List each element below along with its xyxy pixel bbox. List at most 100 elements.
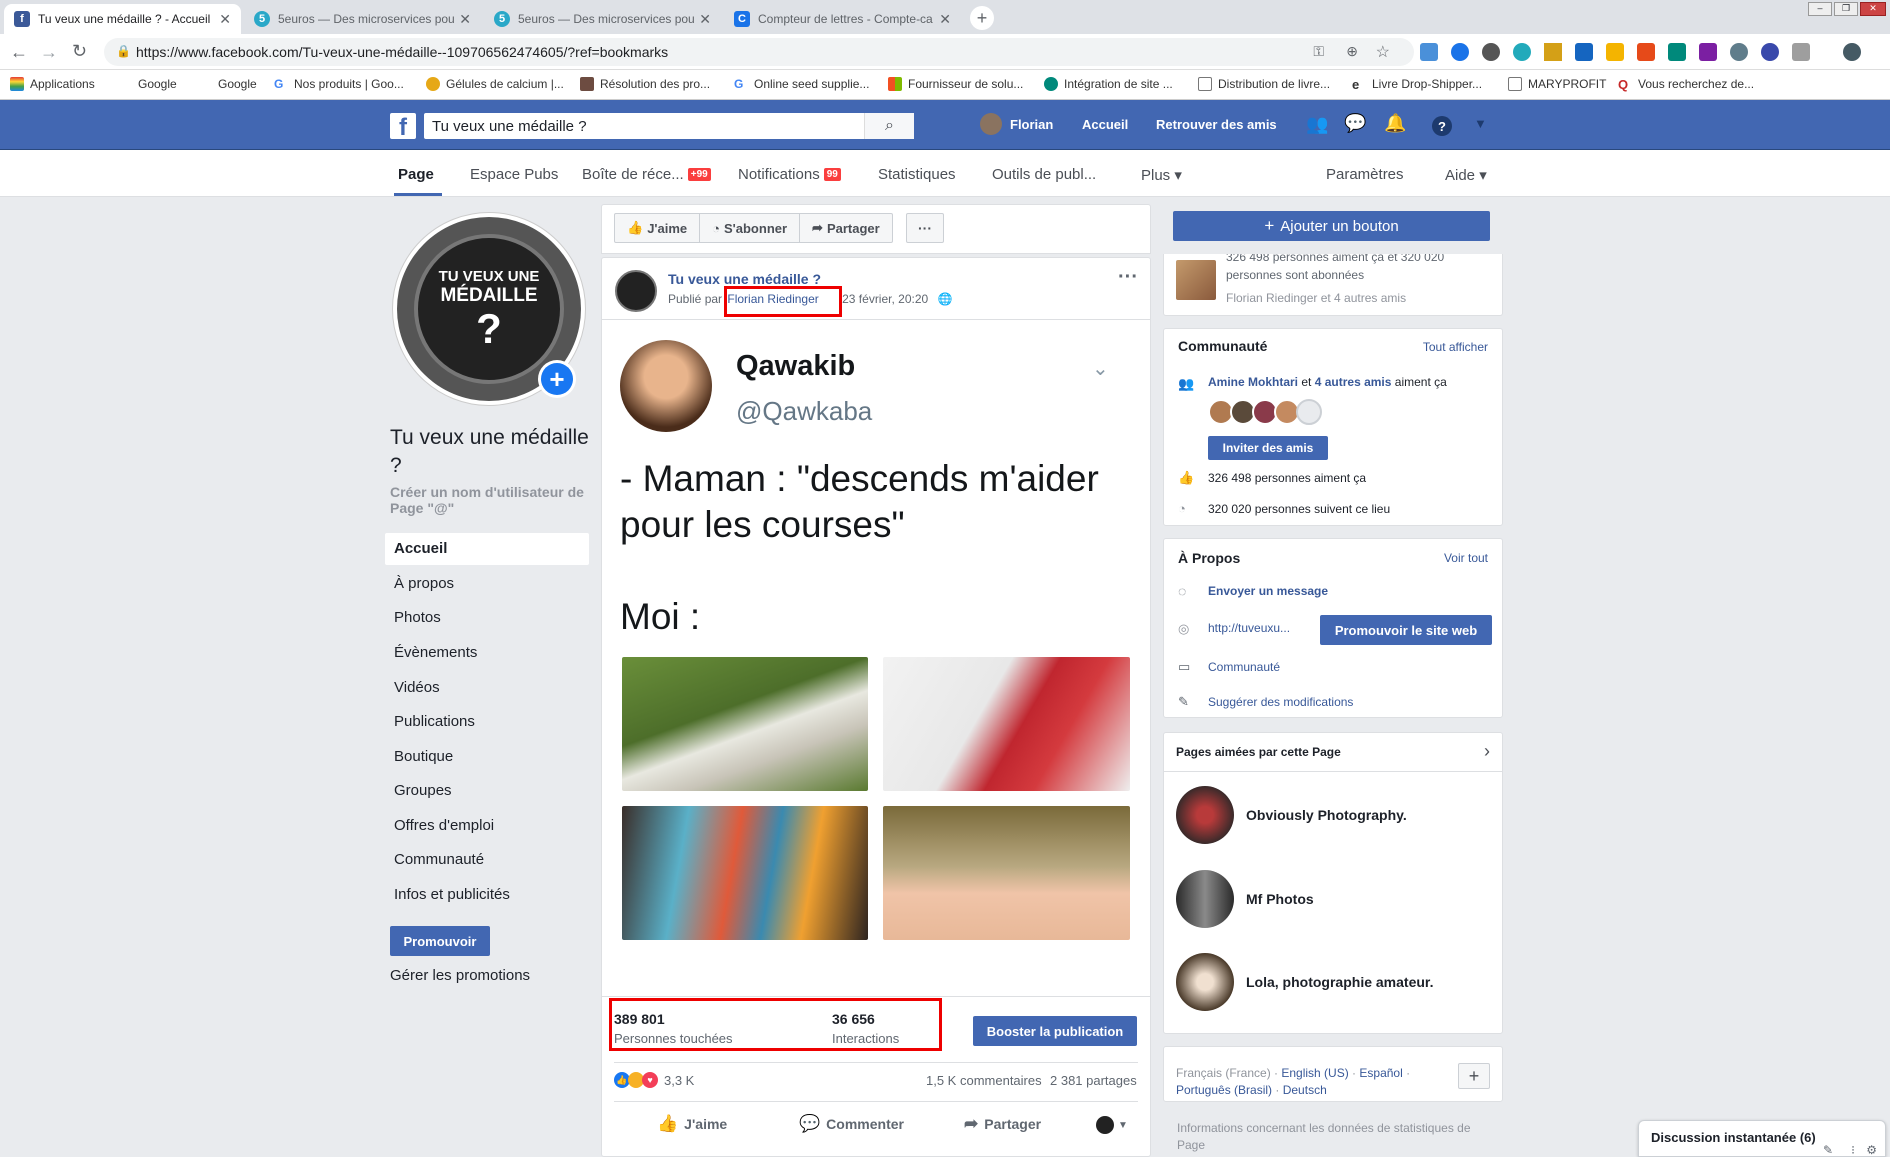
send-message-link[interactable]: Envoyer un message bbox=[1208, 584, 1328, 598]
extension-icon[interactable] bbox=[1637, 43, 1655, 61]
website-link[interactable]: http://tuveuxu... bbox=[1208, 621, 1290, 635]
left-nav-events[interactable]: Évènements bbox=[394, 644, 477, 661]
close-icon[interactable]: ✕ bbox=[939, 11, 951, 28]
restore-icon[interactable]: ❐ bbox=[1834, 2, 1858, 16]
post-date[interactable]: 23 février, 20:20 bbox=[842, 292, 928, 306]
bookmark[interactable]: Applications bbox=[10, 77, 95, 91]
bookmark[interactable]: Google bbox=[118, 77, 177, 91]
tab-inbox[interactable]: Boîte de réce... +99 bbox=[582, 166, 711, 183]
tab-page[interactable]: Page bbox=[398, 166, 434, 183]
liked-page-item[interactable]: Lola, photographie amateur. bbox=[1176, 953, 1433, 1011]
tab-more[interactable]: Plus ▾ bbox=[1141, 166, 1182, 184]
friend-link[interactable]: Amine Mokhtari bbox=[1208, 375, 1298, 389]
post-page-name-link[interactable]: Tu veux une médaille ? bbox=[668, 271, 821, 287]
see-more-link[interactable]: Voir tout bbox=[1444, 551, 1488, 565]
invite-friends-button[interactable]: Inviter des amis bbox=[1208, 436, 1328, 460]
add-button-cta[interactable]: + Ajouter un bouton bbox=[1173, 211, 1490, 241]
bookmark[interactable]: Q Vous recherchez de... bbox=[1618, 77, 1754, 92]
page-insights-info-link[interactable]: Informations concernant les données de s… bbox=[1177, 1120, 1487, 1154]
left-nav-photos[interactable]: Photos bbox=[394, 609, 441, 626]
bookmark[interactable]: G Online seed supplie... bbox=[734, 77, 869, 91]
left-nav-posts[interactable]: Publications bbox=[394, 713, 475, 730]
close-icon[interactable]: ✕ bbox=[459, 11, 471, 28]
extension-icon[interactable] bbox=[1730, 43, 1748, 61]
left-nav-home[interactable]: Accueil bbox=[394, 540, 447, 557]
share-page-button[interactable]: ➦ Partager bbox=[800, 214, 892, 242]
browser-tab[interactable]: C Compteur de lettres - Compte-ca ✕ bbox=[724, 4, 961, 34]
left-nav-about[interactable]: À propos bbox=[394, 575, 454, 592]
profile-avatar[interactable] bbox=[1843, 43, 1861, 61]
post-author-avatar[interactable] bbox=[615, 270, 657, 312]
bookmark[interactable]: MARYPROFIT bbox=[1508, 77, 1606, 91]
profile-link[interactable]: Florian bbox=[1010, 117, 1053, 132]
left-nav-videos[interactable]: Vidéos bbox=[394, 679, 440, 696]
other-friends-link[interactable]: 4 autres amis bbox=[1315, 375, 1392, 389]
chevron-right-icon[interactable]: › bbox=[1484, 741, 1490, 762]
boost-post-button[interactable]: Booster la publication bbox=[973, 1016, 1137, 1046]
promote-website-button[interactable]: Promouvoir le site web bbox=[1320, 615, 1492, 645]
avatar[interactable] bbox=[1296, 399, 1322, 425]
create-username-link[interactable]: Créer un nom d'utilisateur de Page "@" bbox=[390, 484, 590, 516]
language-link[interactable]: Português (Brasil) bbox=[1176, 1083, 1272, 1097]
notifications-bell-icon[interactable]: 🔔 bbox=[1384, 113, 1406, 134]
tab-publishing-tools[interactable]: Outils de publ... bbox=[992, 166, 1096, 183]
shares-count[interactable]: 2 381 partages bbox=[1050, 1073, 1137, 1088]
liked-page-item[interactable]: Mf Photos bbox=[1176, 870, 1314, 928]
like-page-button[interactable]: 👍 J'aime bbox=[615, 214, 701, 242]
bookmark[interactable]: Google bbox=[198, 77, 257, 91]
bookmark[interactable]: Fournisseur de solu... bbox=[888, 77, 1023, 91]
new-tab-button[interactable]: + bbox=[970, 6, 994, 30]
extension-icon[interactable] bbox=[1451, 43, 1469, 61]
extension-icon[interactable] bbox=[1668, 43, 1686, 61]
browser-tab[interactable]: 5 5euros — Des microservices pour ✕ bbox=[484, 4, 721, 34]
suggest-edits-link[interactable]: Suggérer des modifications bbox=[1208, 695, 1353, 709]
community-link[interactable]: Communauté bbox=[1208, 660, 1280, 674]
bookmark[interactable]: Résolution des pro... bbox=[580, 77, 710, 91]
zoom-icon[interactable]: ⊕ bbox=[1346, 43, 1358, 60]
options-icon[interactable]: ⁝ bbox=[1851, 1143, 1855, 1157]
liked-page-item[interactable]: Obviously Photography. bbox=[1176, 786, 1407, 844]
tab-notifications[interactable]: Notifications 99 bbox=[738, 166, 841, 183]
left-nav-groups[interactable]: Groupes bbox=[394, 782, 452, 799]
extension-icon[interactable] bbox=[1761, 43, 1779, 61]
close-window-icon[interactable]: ✕ bbox=[1860, 2, 1886, 16]
minimize-icon[interactable]: – bbox=[1808, 2, 1832, 16]
extension-icon[interactable] bbox=[1544, 43, 1562, 61]
bookmark[interactable]: G Nos produits | Goo... bbox=[274, 77, 404, 91]
add-language-button[interactable]: + bbox=[1458, 1063, 1490, 1089]
close-icon[interactable]: ✕ bbox=[219, 11, 231, 28]
left-nav-info-ads[interactable]: Infos et publicités bbox=[394, 886, 510, 903]
key-icon[interactable]: ⚿ bbox=[1313, 43, 1324, 60]
tab-ads[interactable]: Espace Pubs bbox=[470, 166, 558, 183]
search-input[interactable]: Tu veux une médaille ? ⌕ bbox=[424, 113, 914, 139]
left-nav-shop[interactable]: Boutique bbox=[394, 748, 453, 765]
tab-statistics[interactable]: Statistiques bbox=[878, 166, 956, 183]
star-icon[interactable]: ☆ bbox=[1376, 42, 1390, 62]
search-button[interactable]: ⌕ bbox=[864, 113, 914, 139]
see-all-link[interactable]: Tout afficher bbox=[1423, 340, 1488, 354]
bookmark[interactable]: Intégration de site ... bbox=[1044, 77, 1173, 91]
facebook-logo[interactable]: f bbox=[390, 113, 416, 140]
avatar[interactable] bbox=[980, 113, 1002, 135]
forward-icon[interactable]: → bbox=[40, 42, 58, 63]
url-input[interactable]: 🔒 https://www.facebook.com/Tu-veux-une-m… bbox=[104, 38, 1414, 66]
bookmark[interactable]: Distribution de livre... bbox=[1198, 77, 1330, 91]
chevron-down-icon[interactable]: ▼ bbox=[1474, 116, 1487, 131]
messenger-icon[interactable]: 💬 bbox=[1344, 113, 1366, 134]
extension-icon[interactable] bbox=[1792, 43, 1810, 61]
home-link[interactable]: Accueil bbox=[1082, 117, 1128, 132]
help-icon[interactable]: ? bbox=[1432, 116, 1452, 136]
browser-tab[interactable]: 5 5euros — Des microservices pour ✕ bbox=[244, 4, 481, 34]
subscribe-button[interactable]: ◔ S'abonner bbox=[700, 214, 801, 242]
extension-icon[interactable] bbox=[1482, 43, 1500, 61]
manage-promotions-link[interactable]: Gérer les promotions bbox=[390, 967, 530, 984]
chat-bar[interactable]: Discussion instantanée (6) ✎ ⁝ ⚙ bbox=[1638, 1120, 1886, 1157]
tab-help[interactable]: Aide ▾ bbox=[1445, 166, 1487, 184]
extension-icon[interactable] bbox=[1513, 43, 1531, 61]
post-as-selector[interactable]: ▼ bbox=[1096, 1116, 1128, 1134]
reactions-summary[interactable]: 👍 ♥ 3,3 K bbox=[614, 1072, 694, 1088]
comment-button[interactable]: 💬 Commenter bbox=[799, 1114, 904, 1134]
extension-icon[interactable] bbox=[1606, 43, 1624, 61]
post-image[interactable]: Qawakib @Qawkaba ⌄ - Maman : "descends m… bbox=[602, 320, 1150, 988]
find-friends-link[interactable]: Retrouver des amis bbox=[1156, 117, 1277, 132]
